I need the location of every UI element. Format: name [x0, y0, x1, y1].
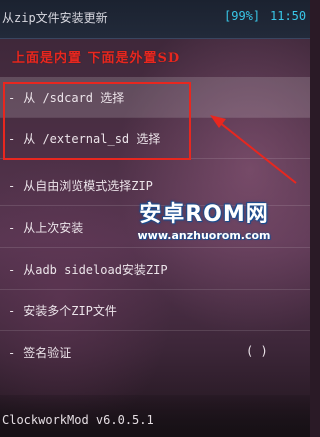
menu-item-label: - 从上次安装	[8, 219, 83, 236]
bullet: -	[8, 132, 16, 146]
version-text: ClockworkMod v6.0.5.1	[2, 413, 154, 427]
battery-indicator: [99%]	[224, 9, 261, 23]
bullet: -	[8, 304, 16, 318]
bullet: -	[8, 179, 16, 193]
menu-item-label: - 安装多个ZIP文件	[8, 302, 117, 319]
divider	[0, 247, 310, 248]
footer: ClockworkMod v6.0.5.1	[0, 395, 310, 437]
divider	[0, 205, 310, 206]
menu-item-text: 从 /external_sd 选择	[23, 132, 161, 146]
menu-item-text: 从自由浏览模式选择ZIP	[23, 179, 153, 193]
menu-item-adb-sideload[interactable]: - 从adb sideload安装ZIP	[0, 249, 310, 289]
menu-item-label: - 从adb sideload安装ZIP	[8, 261, 168, 278]
menu-item-text: 从adb sideload安装ZIP	[23, 263, 168, 277]
menu-item-free-browse[interactable]: - 从自由浏览模式选择ZIP	[0, 165, 310, 205]
menu-item-text: 从 /sdcard 选择	[23, 91, 125, 105]
menu-item-label: - 签名验证	[8, 344, 71, 361]
toggle-state: ( )	[246, 344, 268, 358]
menu-item-text: 安装多个ZIP文件	[23, 304, 117, 318]
bullet: -	[8, 221, 16, 235]
menu-item-label: -从 /external_sd 选择	[8, 130, 160, 147]
menu-item-label: -从 /sdcard 选择	[8, 89, 124, 106]
menu-item-last-install[interactable]: - 从上次安装	[0, 207, 310, 247]
menu-item-label: - 从自由浏览模式选择ZIP	[8, 177, 153, 194]
menu-item-multi-zip[interactable]: - 安装多个ZIP文件	[0, 290, 310, 330]
bullet: -	[8, 263, 16, 277]
menu-item-external-sd[interactable]: -从 /external_sd 选择	[0, 118, 310, 158]
menu-item-text: 签名验证	[23, 346, 72, 360]
annotation-text: 上面是内置 下面是外置SD	[12, 51, 181, 66]
header-title: 从zip文件安装更新	[2, 11, 108, 25]
clock: 11:50	[270, 9, 307, 23]
bullet: -	[8, 91, 16, 105]
divider	[0, 330, 310, 331]
bullet: -	[8, 346, 16, 360]
menu-item-text: 从上次安装	[23, 221, 84, 235]
divider	[0, 158, 310, 159]
header-bar: 从zip文件安装更新 [99%] 11:50	[0, 0, 310, 39]
menu-item-sdcard[interactable]: -从 /sdcard 选择	[0, 77, 310, 117]
menu-item-signature-verify[interactable]: - 签名验证 ( )	[0, 332, 310, 372]
